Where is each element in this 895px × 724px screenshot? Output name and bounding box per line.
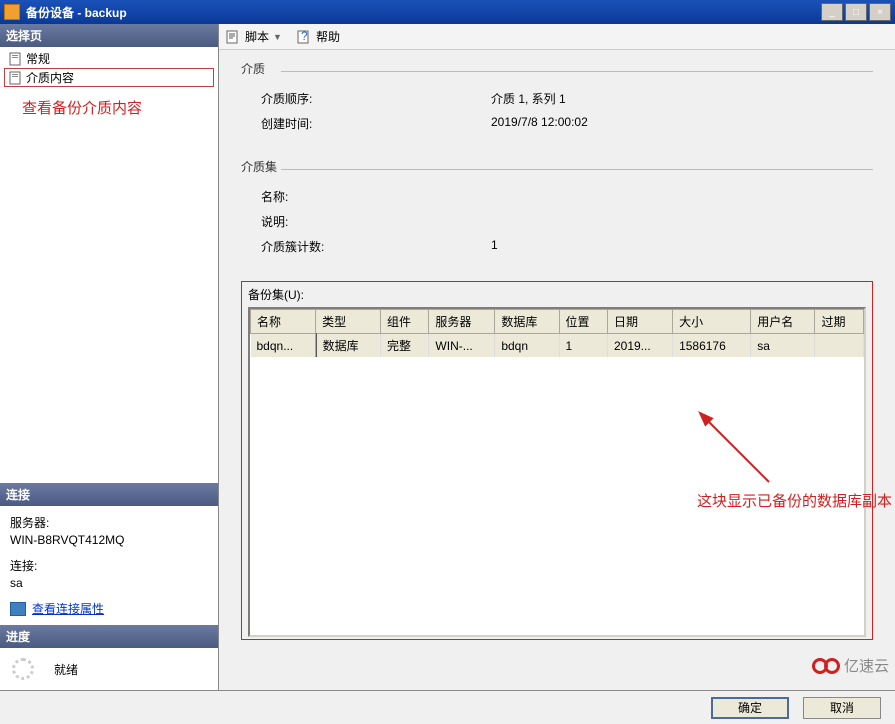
tree-item-general[interactable]: 常规	[4, 49, 214, 68]
col-date[interactable]: 日期	[607, 310, 672, 334]
cell-date: 2019...	[607, 334, 672, 358]
name-label: 名称:	[261, 188, 491, 205]
annotation-backup-copy: 这块显示已备份的数据库副本	[697, 490, 892, 511]
media-seq-value: 介质 1, 系列 1	[491, 90, 873, 107]
cell-database: bdqn	[495, 334, 559, 358]
media-fieldset: 介质 介质顺序: 介质 1, 系列 1 创建时间: 2019/7/8 12:00…	[241, 60, 873, 142]
minimize-button[interactable]: _	[821, 3, 843, 21]
cancel-button[interactable]: 取消	[803, 697, 881, 719]
tree-label: 介质内容	[26, 69, 74, 86]
col-expire[interactable]: 过期	[815, 310, 864, 334]
window-controls: _ □ ×	[821, 3, 891, 21]
family-label: 介质簇计数:	[261, 238, 491, 255]
sidebar: 选择页 常规 介质内容 查看备份介质内容 连接 服务器: WIN-B8RVQT4…	[0, 24, 218, 690]
link-text: 查看连接属性	[32, 600, 104, 617]
name-value	[491, 188, 873, 205]
media-created-label: 创建时间:	[261, 115, 491, 132]
col-type[interactable]: 类型	[316, 310, 381, 334]
watermark-text: 亿速云	[844, 655, 889, 676]
desc-label: 说明:	[261, 213, 491, 230]
help-label: 帮助	[316, 28, 340, 45]
svg-text:?: ?	[301, 29, 308, 43]
media-created-value: 2019/7/8 12:00:02	[491, 115, 873, 132]
tree-label: 常规	[26, 50, 50, 67]
cell-position: 1	[559, 334, 607, 358]
toolbar: 脚本 ▼ ? 帮助	[219, 24, 895, 50]
help-icon: ?	[296, 29, 312, 45]
cell-component: 完整	[380, 334, 428, 358]
spinner-icon	[12, 658, 34, 680]
page-tree: 常规 介质内容 查看备份介质内容	[0, 47, 218, 407]
col-user[interactable]: 用户名	[751, 310, 815, 334]
server-value: WIN-B8RVQT412MQ	[10, 533, 208, 547]
script-button[interactable]: 脚本 ▼	[225, 28, 282, 45]
script-label: 脚本	[245, 28, 269, 45]
server-label: 服务器:	[10, 514, 208, 531]
desc-value	[491, 213, 873, 230]
backupset-box: 备份集(U): 名称 类型 组件 服务器 数据库 位置 日期	[241, 281, 873, 640]
col-database[interactable]: 数据库	[495, 310, 559, 334]
close-button[interactable]: ×	[869, 3, 891, 21]
cell-server: WIN-...	[429, 334, 495, 358]
maximize-button[interactable]: □	[845, 3, 867, 21]
cell-type: 数据库	[316, 334, 381, 358]
properties-icon	[10, 602, 26, 616]
view-connection-link[interactable]: 查看连接属性	[10, 600, 208, 617]
conn-value: sa	[10, 576, 208, 590]
titlebar: 备份设备 - backup _ □ ×	[0, 0, 895, 24]
col-component[interactable]: 组件	[380, 310, 428, 334]
backupset-table: 名称 类型 组件 服务器 数据库 位置 日期 大小 用户名 过期	[250, 309, 864, 357]
page-icon	[8, 52, 22, 66]
dialog-footer: 确定 取消	[0, 690, 895, 724]
table-row[interactable]: bdqn... 数据库 完整 WIN-... bdqn 1 2019... 15…	[251, 334, 864, 358]
page-icon	[8, 71, 22, 85]
select-page-header: 选择页	[0, 24, 218, 47]
conn-label: 连接:	[10, 557, 208, 574]
col-name[interactable]: 名称	[251, 310, 316, 334]
watermark: 亿速云	[812, 655, 889, 676]
col-server[interactable]: 服务器	[429, 310, 495, 334]
app-icon	[4, 4, 20, 20]
tree-item-media-content[interactable]: 介质内容	[4, 68, 214, 87]
col-position[interactable]: 位置	[559, 310, 607, 334]
table-header-row: 名称 类型 组件 服务器 数据库 位置 日期 大小 用户名 过期	[251, 310, 864, 334]
help-button[interactable]: ? 帮助	[296, 28, 340, 45]
annotation-view-backup: 查看备份介质内容	[4, 87, 214, 122]
watermark-icon	[812, 658, 840, 674]
dropdown-icon: ▼	[273, 32, 282, 42]
backupset-table-wrap[interactable]: 名称 类型 组件 服务器 数据库 位置 日期 大小 用户名 过期	[248, 307, 866, 637]
backupset-label: 备份集(U):	[248, 286, 866, 303]
script-icon	[225, 29, 241, 45]
cell-user: sa	[751, 334, 815, 358]
mediaset-fieldset: 介质集 名称: 说明: 介质簇计数: 1	[241, 158, 873, 265]
content-pane: 脚本 ▼ ? 帮助 介质 介质顺序: 介质 1, 系列 1 创建时间:	[218, 24, 895, 690]
cell-expire	[815, 334, 864, 358]
media-seq-label: 介质顺序:	[261, 90, 491, 107]
col-size[interactable]: 大小	[673, 310, 751, 334]
family-value: 1	[491, 238, 873, 255]
cell-name: bdqn...	[251, 334, 316, 358]
connection-header: 连接	[0, 483, 218, 506]
titlebar-text: 备份设备 - backup	[26, 4, 821, 21]
ok-button[interactable]: 确定	[711, 697, 789, 719]
cell-size: 1586176	[673, 334, 751, 358]
progress-header: 进度	[0, 625, 218, 648]
progress-status: 就绪	[54, 661, 78, 678]
